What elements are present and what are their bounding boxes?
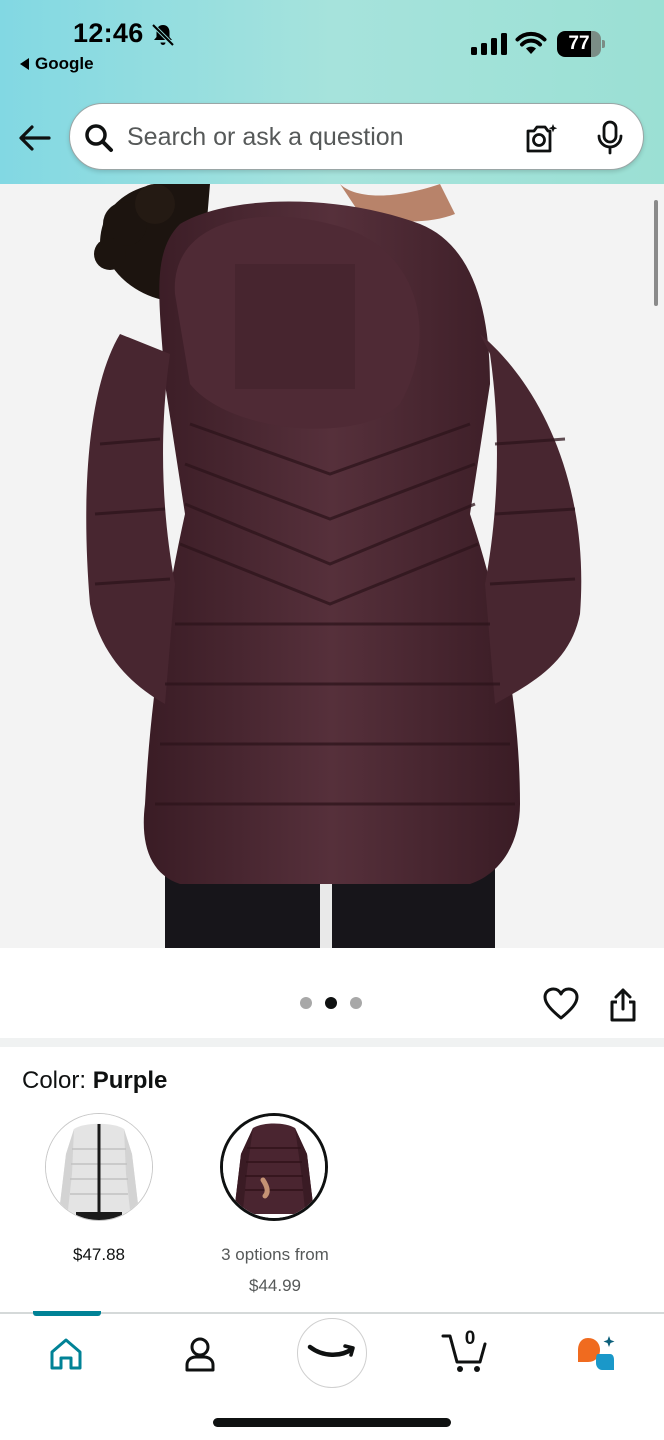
swatch-purple-subtitle: 3 options from [221, 1245, 329, 1264]
back-arrow-icon[interactable] [16, 118, 56, 158]
home-icon [50, 1338, 82, 1370]
back-triangle-icon [20, 58, 29, 70]
header: 12:46 Google 77 [0, 0, 664, 184]
active-tab-indicator [33, 1311, 101, 1316]
back-app-label: Google [35, 54, 94, 73]
battery-nub [602, 40, 605, 48]
scroll-indicator [654, 200, 658, 306]
white-jacket-thumbnail [46, 1114, 152, 1220]
search-bar[interactable] [69, 103, 644, 170]
battery-percent: 77 [568, 33, 590, 54]
carousel-dot[interactable] [350, 997, 362, 1009]
jacket-illustration [86, 184, 582, 948]
color-label-prefix: Color: [22, 1067, 93, 1094]
nav-rufus-button[interactable] [574, 1334, 618, 1374]
product-image[interactable] [0, 184, 664, 948]
bell-off-icon [151, 23, 175, 47]
color-swatch-purple[interactable] [220, 1113, 328, 1221]
search-input[interactable] [127, 114, 507, 160]
status-time: 12:46 [73, 18, 144, 48]
purple-jacket-thumbnail [223, 1116, 325, 1218]
color-swatch-white[interactable] [45, 1113, 153, 1221]
camera-search-icon[interactable] [524, 121, 560, 155]
cart-count: 0 [464, 1328, 476, 1349]
section-divider [0, 1038, 664, 1047]
share-icon[interactable] [608, 987, 638, 1023]
color-label: Color: Purple [22, 1067, 167, 1095]
swatch-white-price: $47.88 [73, 1245, 125, 1264]
nav-home-button[interactable] [44, 1334, 88, 1374]
account-icon [185, 1337, 215, 1372]
wifi-icon [515, 31, 547, 54]
nav-amazon-button[interactable] [297, 1318, 367, 1388]
image-actions-row [0, 958, 664, 1040]
microphone-icon[interactable] [595, 120, 625, 156]
cellular-signal-icon [471, 33, 507, 55]
carousel-dot[interactable] [325, 997, 337, 1009]
carousel-dots[interactable] [300, 997, 362, 1009]
swatch-purple-price: $44.99 [249, 1276, 301, 1295]
battery-indicator: 77 [557, 31, 605, 57]
back-to-app-link[interactable]: Google [20, 54, 94, 74]
home-indicator-bar [213, 1418, 451, 1427]
search-icon [85, 124, 113, 152]
carousel-dot[interactable] [300, 997, 312, 1009]
nav-account-button[interactable] [180, 1334, 220, 1374]
amazon-smile-icon [307, 1344, 355, 1357]
selected-color-name: Purple [92, 1067, 168, 1094]
heart-icon[interactable] [543, 987, 579, 1021]
rufus-assistant-icon [578, 1336, 615, 1370]
